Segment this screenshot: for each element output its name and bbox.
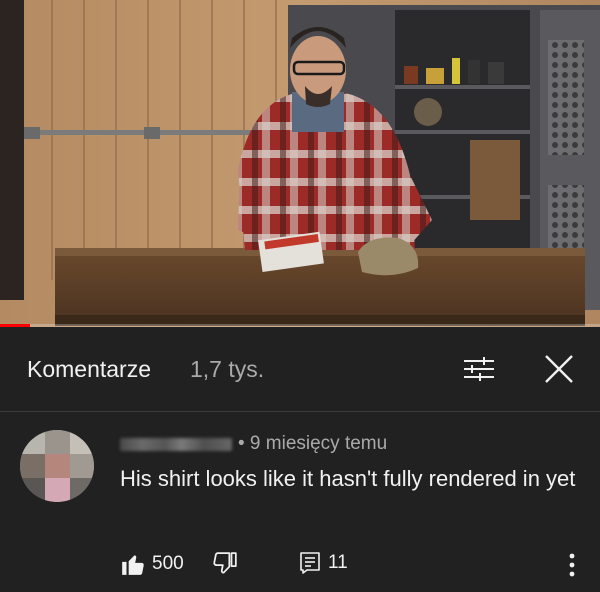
video-frame bbox=[0, 0, 600, 327]
comment-author[interactable] bbox=[120, 437, 232, 451]
thumbs-down-icon bbox=[213, 552, 237, 574]
more-vertical-icon bbox=[569, 553, 575, 577]
sort-filter-icon bbox=[464, 357, 494, 381]
comment-meta: • 9 miesięcy temu bbox=[120, 433, 387, 455]
close-icon bbox=[545, 355, 573, 383]
avatar[interactable] bbox=[20, 430, 94, 502]
comments-count: 1,7 tys. bbox=[190, 356, 265, 382]
comments-title: Komentarze bbox=[27, 356, 152, 382]
comment-time: • 9 miesięcy temu bbox=[238, 433, 388, 454]
reply-count: 11 bbox=[328, 552, 348, 573]
header-divider bbox=[0, 411, 600, 412]
reply-button[interactable]: 11 bbox=[298, 551, 348, 575]
thumbs-up-icon bbox=[122, 555, 144, 575]
like-button[interactable]: 500 bbox=[120, 551, 184, 577]
comment-text: His shirt looks like it hasn't fully ren… bbox=[120, 466, 576, 491]
comment-actions: 500 11 bbox=[0, 548, 600, 582]
video-player[interactable] bbox=[0, 0, 600, 327]
close-comments-button[interactable] bbox=[538, 348, 580, 390]
reply-icon bbox=[300, 552, 320, 574]
dislike-button[interactable] bbox=[212, 551, 238, 577]
comment-menu-button[interactable] bbox=[560, 550, 584, 580]
like-count: 500 bbox=[152, 553, 184, 574]
sort-comments-button[interactable] bbox=[458, 350, 500, 388]
